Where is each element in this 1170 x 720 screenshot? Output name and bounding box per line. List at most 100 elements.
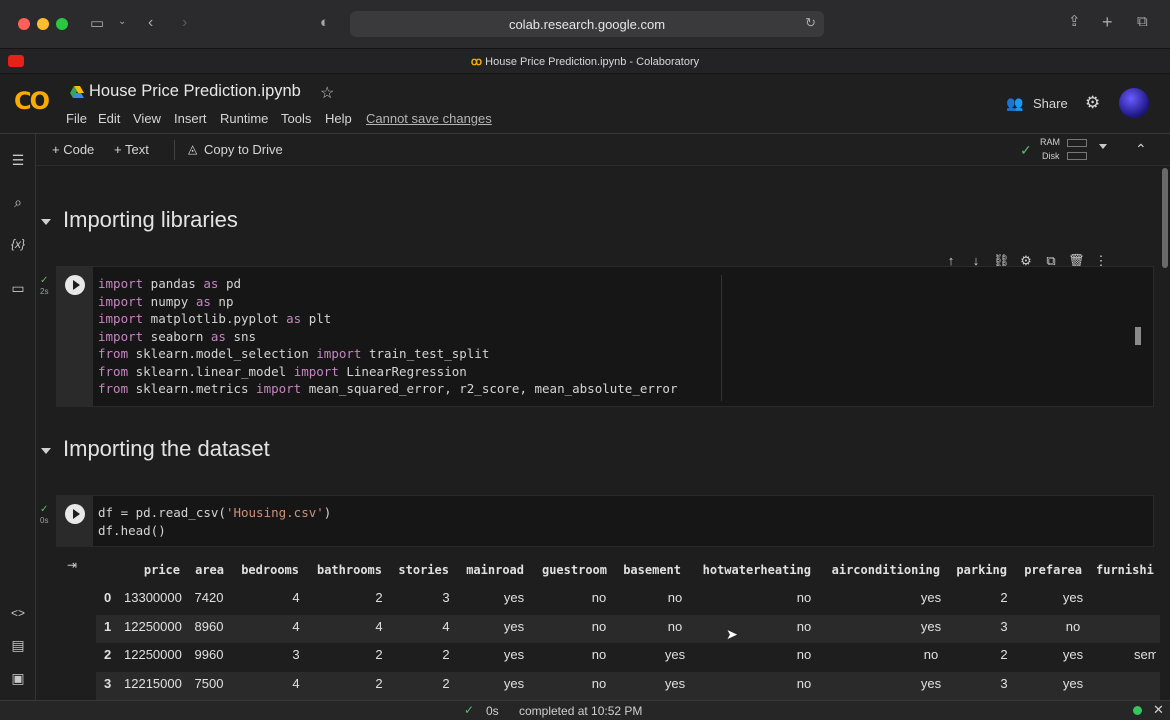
forward-icon[interactable]: ›	[182, 15, 187, 31]
address-bar[interactable]: colab.research.google.com ↻	[350, 11, 824, 37]
column-header[interactable]: guestroom	[542, 563, 607, 577]
menu-edit[interactable]: Edit	[98, 111, 120, 126]
variables-icon[interactable]: {x}	[9, 237, 27, 255]
table-of-contents-icon[interactable]: ☰	[9, 152, 27, 170]
output-icon[interactable]: ⇥	[67, 558, 77, 572]
terminal-icon[interactable]: ▣	[9, 670, 27, 688]
settings-gear-icon[interactable]: ⚙	[1085, 93, 1100, 113]
drive-triangle-icon: ◬	[188, 142, 198, 156]
notebook-title[interactable]: House Price Prediction.ipynb	[89, 82, 301, 101]
menu-insert[interactable]: Insert	[174, 111, 207, 126]
table-cell: 4	[292, 618, 300, 634]
column-header[interactable]: bedrooms	[241, 563, 299, 577]
tabs-overview-icon[interactable]: ⧉	[1137, 14, 1148, 29]
notebook-scrollbar-track[interactable]	[1160, 166, 1170, 700]
colab-header: CO House Price Prediction.ipynb ☆ File E…	[0, 74, 1170, 134]
new-tab-icon[interactable]: +	[1102, 13, 1113, 31]
star-icon[interactable]: ☆	[320, 83, 334, 103]
column-header[interactable]: area	[195, 563, 224, 577]
code-line[interactable]: from sklearn.model_selection import trai…	[98, 346, 489, 361]
avatar[interactable]	[1119, 88, 1149, 118]
table-cell: no	[667, 618, 683, 634]
share-icon[interactable]: ⇪	[1068, 14, 1081, 29]
run-cell-button[interactable]	[65, 275, 85, 295]
sidebar-toggle-icon[interactable]: ▭	[90, 16, 104, 31]
close-icon[interactable]: ✕	[1153, 702, 1164, 718]
table-cell: 9960	[194, 647, 224, 663]
tab-title[interactable]: ꝏ House Price Prediction.ipynb - Colabor…	[0, 55, 1170, 68]
collapse-header-icon[interactable]: ⌃	[1135, 141, 1147, 158]
run-cell-button[interactable]	[65, 504, 85, 524]
status-bar: ✓ 0s completed at 10:52 PM ✕	[0, 700, 1170, 720]
code-token: sklearn.model_selection	[128, 346, 317, 361]
column-header[interactable]: furnishi	[1096, 563, 1156, 577]
code-cell[interactable]: import pandas as pd import numpy as np imp…	[56, 266, 1154, 407]
search-icon[interactable]: ⌕	[9, 194, 27, 212]
code-line[interactable]: df.head()	[98, 523, 166, 538]
disk-meter[interactable]	[1067, 152, 1087, 160]
code-snippets-icon[interactable]: <>	[9, 606, 27, 624]
maximize-window-button[interactable]	[56, 18, 68, 30]
url-text: colab.research.google.com	[508, 17, 666, 32]
column-header[interactable]: parking	[956, 563, 1007, 577]
files-folder-icon[interactable]: ▭	[9, 280, 27, 298]
code-line[interactable]: import matplotlib.pyplot as plt	[98, 311, 331, 326]
code-line[interactable]: df = pd.read_csv('Housing.csv')	[98, 505, 331, 520]
back-icon[interactable]: ‹	[148, 15, 153, 31]
cell-scrollbar[interactable]	[1135, 327, 1141, 345]
menu-tools[interactable]: Tools	[281, 111, 311, 126]
column-header[interactable]: hotwaterheating	[703, 563, 811, 577]
code-line[interactable]: import numpy as np	[98, 294, 233, 309]
table-cell: no	[667, 590, 683, 605]
add-text-button[interactable]: + Text	[114, 142, 149, 157]
menu-file[interactable]: File	[66, 111, 87, 126]
table-cell: yes	[1062, 590, 1084, 605]
reload-icon[interactable]: ↻	[805, 16, 816, 29]
code-cell[interactable]: df = pd.read_csv('Housing.csv') df.head(…	[56, 495, 1154, 547]
column-header[interactable]: airconditioning	[832, 563, 940, 577]
table-cell: no	[591, 590, 607, 605]
share-button[interactable]: Share	[1033, 96, 1068, 111]
code-keyword: import	[316, 346, 362, 361]
column-header[interactable]: bathrooms	[317, 563, 382, 577]
minimize-window-button[interactable]	[37, 18, 49, 30]
table-cell: yes	[664, 675, 686, 691]
cell-exec-time: 0s	[40, 516, 49, 525]
column-header[interactable]: prefarea	[1024, 563, 1082, 577]
ram-meter[interactable]	[1067, 139, 1087, 147]
table-cell: yes	[920, 590, 942, 605]
column-header[interactable]: stories	[398, 563, 449, 577]
table-cell: no	[796, 675, 812, 691]
colab-favicon-icon: ꝏ	[470, 56, 483, 68]
code-token: train_test_split	[361, 346, 490, 361]
code-line[interactable]: from sklearn.metrics import mean_squared…	[98, 381, 678, 396]
chevron-down-icon[interactable]: ⌄	[118, 17, 126, 27]
command-palette-icon[interactable]: ▤	[9, 637, 27, 655]
column-header[interactable]: basement	[623, 563, 681, 577]
code-line[interactable]: import pandas as pd	[98, 276, 241, 291]
cannot-save-link[interactable]: Cannot save changes	[366, 111, 492, 126]
status-check-icon: ✓	[464, 703, 475, 717]
column-header[interactable]: mainroad	[466, 563, 524, 577]
menu-runtime[interactable]: Runtime	[220, 111, 268, 126]
table-cell: sem	[1134, 647, 1156, 663]
add-code-button[interactable]: + Code	[52, 142, 94, 157]
menu-help[interactable]: Help	[325, 111, 352, 126]
collapse-section-icon[interactable]	[41, 448, 51, 454]
code-line[interactable]: import seaborn as sns	[98, 329, 256, 344]
colab-logo[interactable]: CO	[14, 87, 50, 115]
table-cell: no	[796, 590, 812, 605]
close-window-button[interactable]	[18, 18, 30, 30]
notebook-scrollbar-thumb[interactable]	[1162, 168, 1168, 268]
cell-success-check-icon: ✓	[40, 504, 49, 515]
menu-view[interactable]: View	[133, 111, 161, 126]
shield-icon[interactable]: ◐	[320, 15, 329, 30]
runtime-dropdown-icon[interactable]	[1099, 144, 1107, 149]
share-people-icon[interactable]: 👥	[1006, 95, 1023, 112]
copy-to-drive-button[interactable]: Copy to Drive	[204, 142, 283, 157]
code-keyword: import	[98, 293, 144, 309]
table-cell: yes	[920, 618, 942, 634]
code-line[interactable]: from sklearn.linear_model import LinearR…	[98, 364, 467, 379]
collapse-section-icon[interactable]	[41, 219, 51, 225]
column-header[interactable]: price	[144, 563, 180, 577]
